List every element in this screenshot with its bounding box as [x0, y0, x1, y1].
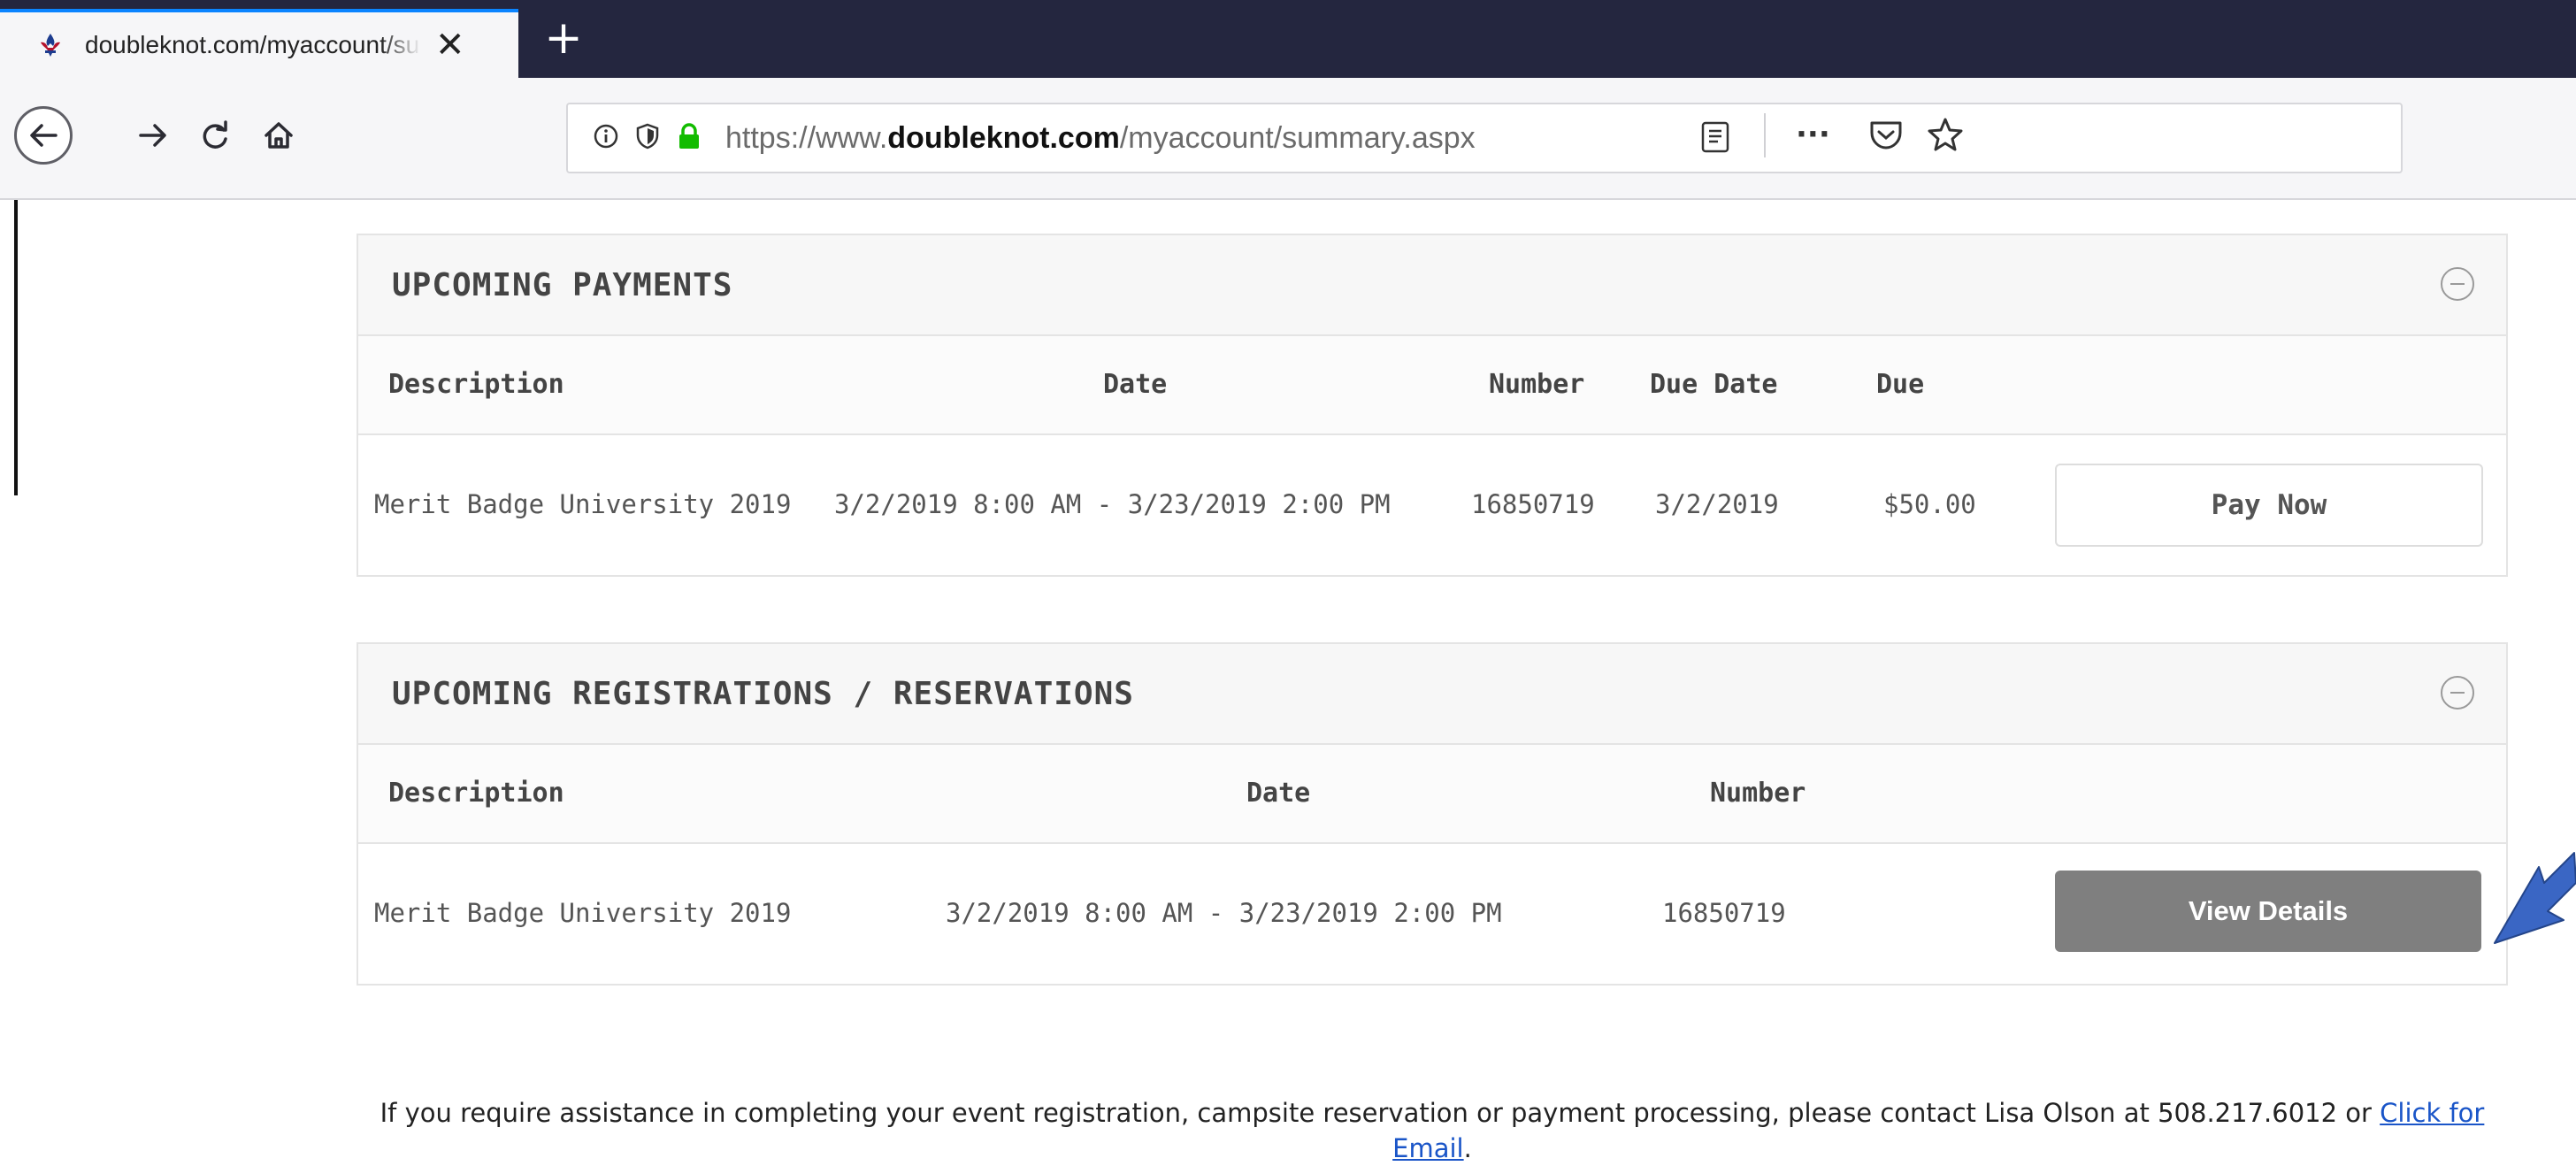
- table-header-row: Description Date Number Due Date Due: [358, 336, 2506, 435]
- tab-title: doubleknot.com/myaccount/summary.aspx: [85, 31, 421, 58]
- column-header-description: Description: [388, 778, 564, 809]
- arrow-left-icon: [30, 124, 58, 147]
- cell-date: 3/2/2019 8:00 AM - 3/23/2019 2:00 PM: [946, 898, 1502, 928]
- arrow-right-icon: [139, 124, 166, 147]
- assistance-text: If you require assistance in completing …: [380, 1098, 2372, 1128]
- page-actions-menu-icon[interactable]: ···: [1796, 117, 1830, 152]
- url-text: https://www.doubleknot.com/myaccount/sum…: [725, 120, 1476, 155]
- upcoming-registrations-panel: UPCOMING REGISTRATIONS / RESERVATIONS De…: [356, 642, 2508, 986]
- pay-now-button[interactable]: Pay Now: [2055, 464, 2483, 547]
- column-header-number: Number: [1489, 369, 1585, 400]
- column-header-due: Due: [1876, 369, 1925, 400]
- cell-date: 3/2/2019 8:00 AM - 3/23/2019 2:00 PM: [834, 489, 1391, 519]
- tab-bar: doubleknot.com/myaccount/summary.aspx ✕ …: [0, 0, 2576, 78]
- toolbar-divider: [1764, 113, 1766, 157]
- tracking-shield-icon[interactable]: [635, 123, 660, 153]
- new-tab-button[interactable]: +: [541, 15, 586, 61]
- panel-header: UPCOMING PAYMENTS: [358, 235, 2506, 336]
- fleur-de-lis-favicon-icon: [35, 30, 65, 60]
- close-tab-icon[interactable]: ✕: [435, 27, 465, 63]
- address-bar[interactable]: https://www.doubleknot.com/myaccount/sum…: [566, 103, 2403, 173]
- collapse-icon[interactable]: [2441, 267, 2474, 301]
- assistance-message: If you require assistance in completing …: [380, 1098, 2485, 1163]
- cell-due: $50.00: [1883, 489, 1976, 519]
- panel-header: UPCOMING REGISTRATIONS / RESERVATIONS: [358, 644, 2506, 745]
- column-header-due-date: Due Date: [1650, 369, 1778, 400]
- column-header-date: Date: [1103, 369, 1168, 400]
- collapse-icon[interactable]: [2441, 676, 2474, 710]
- back-button[interactable]: [14, 106, 73, 165]
- column-header-number: Number: [1710, 778, 1806, 809]
- cell-description: Merit Badge University 2019: [374, 898, 792, 928]
- panel-title: UPCOMING PAYMENTS: [392, 266, 733, 303]
- view-details-button[interactable]: View Details: [2055, 871, 2481, 952]
- browser-tab[interactable]: doubleknot.com/myaccount/summary.aspx ✕: [0, 9, 518, 78]
- home-button[interactable]: [248, 104, 310, 166]
- cell-number: 16850719: [1662, 898, 1786, 928]
- window-edge-line: [14, 200, 18, 495]
- column-header-description: Description: [388, 369, 564, 400]
- cell-due-date: 3/2/2019: [1655, 489, 1779, 519]
- table-row: Merit Badge University 2019 3/2/2019 8:0…: [358, 435, 2506, 575]
- pocket-icon[interactable]: [1868, 119, 1904, 156]
- nav-toolbar: https://www.doubleknot.com/myaccount/sum…: [0, 78, 2576, 200]
- panel-title: UPCOMING REGISTRATIONS / RESERVATIONS: [392, 675, 1134, 712]
- reload-button[interactable]: [184, 104, 246, 166]
- bookmark-star-icon[interactable]: [1927, 117, 1964, 156]
- column-header-date: Date: [1246, 778, 1311, 809]
- table-row: Merit Badge University 2019 3/2/2019 8:0…: [358, 844, 2506, 984]
- reader-view-icon[interactable]: [1700, 120, 1736, 156]
- pointer-arrow-icon: [2493, 849, 2576, 959]
- reload-icon: [203, 120, 227, 149]
- lock-icon[interactable]: [676, 122, 702, 154]
- home-icon: [264, 122, 293, 149]
- cell-number: 16850719: [1471, 489, 1595, 519]
- upcoming-payments-panel: UPCOMING PAYMENTS Description Date Numbe…: [356, 234, 2508, 577]
- forward-button[interactable]: [122, 104, 184, 166]
- table-header-row: Description Date Number: [358, 745, 2506, 844]
- cell-description: Merit Badge University 2019: [374, 489, 792, 519]
- info-icon[interactable]: [593, 123, 619, 153]
